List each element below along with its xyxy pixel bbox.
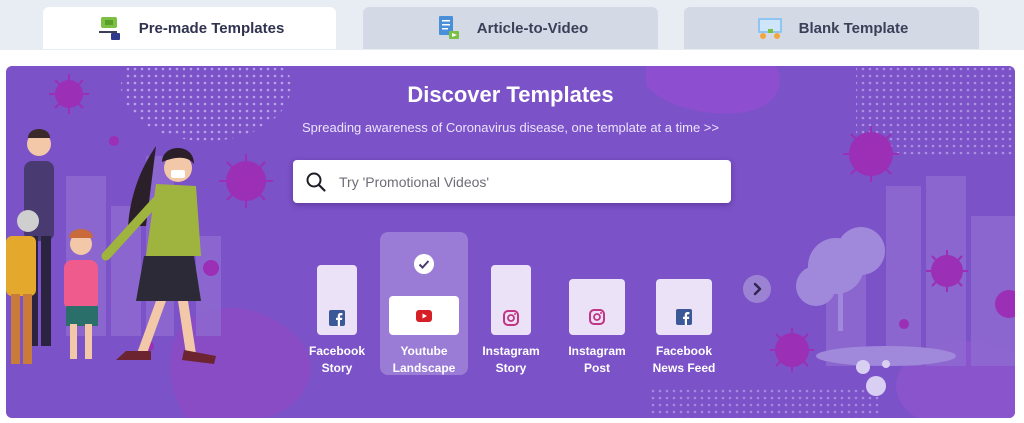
template-option-instagram-post[interactable]: Instagram Post <box>553 232 641 375</box>
document-video-icon <box>438 16 459 39</box>
template-label: Facebook News Feed <box>652 344 716 375</box>
tab-label: Pre-made Templates <box>138 19 285 37</box>
instagram-icon <box>503 310 519 326</box>
tab-article-to-video[interactable]: Article-to-Video <box>363 7 658 49</box>
template-thumbnail <box>656 279 712 335</box>
facebook-icon <box>329 310 345 326</box>
template-label: Youtube Landscape <box>392 344 456 375</box>
search-icon[interactable] <box>305 171 327 193</box>
template-option-facebook-story[interactable]: Facebook Story <box>293 232 381 375</box>
tab-pre-made-templates[interactable]: Pre-made Templates <box>43 7 336 49</box>
tab-blank-template[interactable]: Blank Template <box>684 7 979 49</box>
next-templates-button[interactable] <box>743 275 771 303</box>
template-label: Facebook Story <box>308 344 365 375</box>
template-label: Instagram Story <box>482 344 540 375</box>
discover-templates-banner: Discover Templates Spreading awareness o… <box>6 66 1015 418</box>
template-option-youtube-landscape[interactable]: Youtube Landscape <box>380 232 468 375</box>
checkmark-icon <box>414 254 434 274</box>
template-label: Instagram Post <box>568 344 626 375</box>
tab-label: Article-to-Video <box>476 19 589 37</box>
facebook-icon <box>676 309 692 325</box>
template-option-facebook-news-feed[interactable]: Facebook News Feed <box>640 232 728 375</box>
youtube-icon <box>416 310 432 322</box>
search-bar[interactable] <box>293 160 731 203</box>
template-thumbnail <box>569 279 625 335</box>
template-tab-bar: Pre-made Templates Article-to-Video Blan… <box>0 0 1024 50</box>
presentation-icon <box>98 17 120 40</box>
tab-label: Blank Template <box>798 19 909 37</box>
instagram-icon <box>589 309 605 325</box>
hero-title: Discover Templates <box>407 82 614 107</box>
blank-screen-icon <box>757 18 782 39</box>
search-input[interactable] <box>327 160 731 203</box>
template-option-instagram-story[interactable]: Instagram Story <box>467 232 555 375</box>
hero-subtitle[interactable]: Spreading awareness of Coronavirus disea… <box>6 120 1015 135</box>
